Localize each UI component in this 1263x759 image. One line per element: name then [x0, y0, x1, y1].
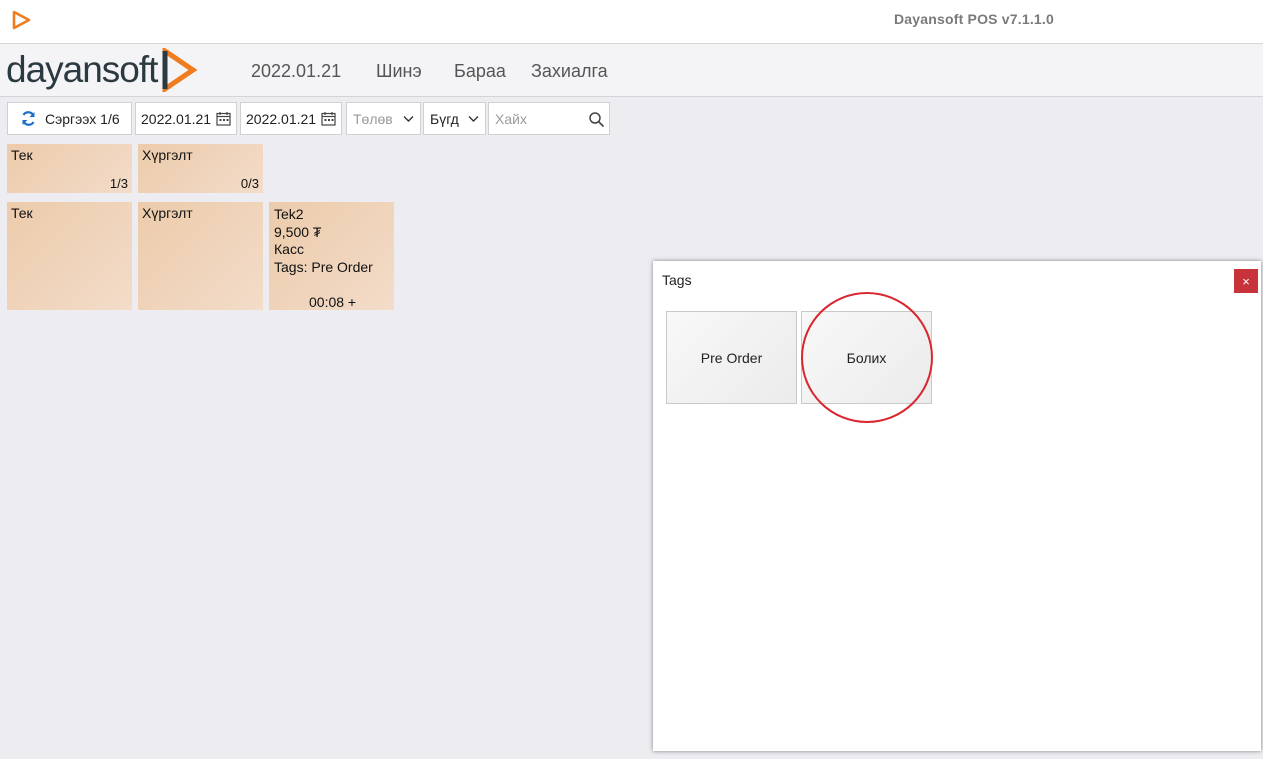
nav-orders[interactable]: Захиалга — [531, 61, 608, 82]
group-tile-delivery[interactable]: Хүргэлт 0/3 — [138, 144, 263, 193]
refresh-icon — [22, 111, 35, 126]
column-tile-tek[interactable]: Тек — [7, 202, 132, 310]
group-count: 1/3 — [109, 176, 128, 191]
close-button[interactable]: × — [1234, 269, 1258, 293]
logo-triangle-icon — [162, 48, 198, 92]
calendar-icon — [321, 112, 336, 126]
refresh-label: Сэргээх 1/6 — [45, 110, 120, 127]
group-count: 0/3 — [240, 176, 259, 191]
dialog-title: Tags — [662, 272, 692, 288]
group-tile-tek[interactable]: Тек 1/3 — [7, 144, 132, 193]
order-card[interactable]: Tek2 9,500 ₮ Касс Tags: Pre Order 00:08 … — [269, 202, 394, 310]
play-triangle-icon — [12, 10, 31, 30]
window-title: Dayansoft POS v7.1.1.0 — [893, 11, 1054, 27]
header-date: 2022.01.21 — [251, 61, 342, 81]
nav-products[interactable]: Бараа — [454, 61, 506, 82]
filter-select[interactable]: Бүгд — [423, 102, 486, 135]
filter-value: Бүгд — [430, 110, 459, 127]
title-bar: Dayansoft POS v7.1.1.0 — [0, 0, 1263, 44]
cancel-button[interactable]: Болих — [801, 311, 932, 404]
date-from-value: 2022.01.21 — [141, 110, 212, 127]
tags-dialog: Tags × Pre Order Болих — [653, 261, 1261, 751]
nav-new[interactable]: Шинэ — [376, 61, 422, 82]
column-tile-delivery[interactable]: Хүргэлт — [138, 202, 263, 310]
date-from-picker[interactable]: 2022.01.21 — [135, 102, 237, 135]
group-title: Хүргэлт — [142, 147, 193, 163]
order-name: Tek2 — [274, 206, 304, 222]
order-time: 00:08 + — [309, 294, 357, 310]
order-tags: Tags: Pre Order — [274, 258, 373, 275]
search-icon[interactable] — [588, 111, 605, 128]
close-icon: × — [1242, 273, 1250, 289]
column-title: Хүргэлт — [142, 205, 193, 221]
logo-text: dayansoft — [6, 49, 158, 90]
chevron-down-icon — [468, 116, 479, 122]
refresh-button[interactable]: Сэргээх 1/6 — [7, 102, 132, 135]
column-title: Тек — [11, 205, 33, 221]
calendar-icon — [216, 112, 231, 126]
tag-button-label: Болих — [846, 349, 887, 366]
status-placeholder: Төлөв — [353, 110, 393, 127]
logo: dayansoft — [6, 46, 199, 94]
date-to-value: 2022.01.21 — [246, 110, 317, 127]
order-user: Касс — [274, 241, 304, 257]
order-amount: 9,500 ₮ — [274, 223, 322, 240]
group-title: Тек — [11, 147, 33, 163]
search-placeholder: Хайх — [495, 110, 527, 127]
tag-button-label: Pre Order — [700, 349, 763, 366]
status-select[interactable]: Төлөв — [346, 102, 421, 135]
date-to-picker[interactable]: 2022.01.21 — [240, 102, 342, 135]
pre-order-tag-button[interactable]: Pre Order — [666, 311, 797, 404]
app-header: dayansoft 2022.01.21 Шинэ Бараа Захиалга — [0, 44, 1263, 97]
search-input[interactable]: Хайх — [488, 102, 610, 135]
chevron-down-icon — [403, 116, 414, 122]
